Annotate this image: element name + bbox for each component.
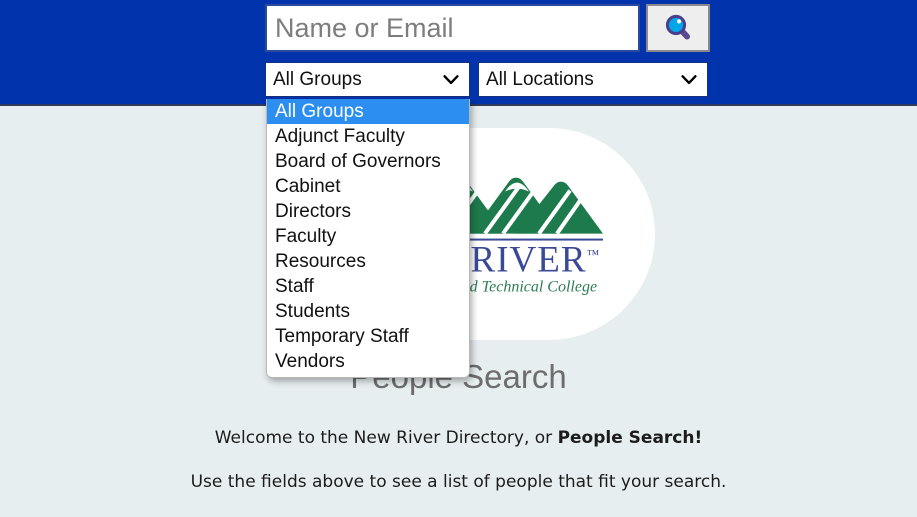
groups-dropdown-option[interactable]: Temporary Staff bbox=[267, 324, 469, 349]
chevron-down-icon bbox=[681, 74, 697, 85]
groups-dropdown-option[interactable]: Staff bbox=[267, 274, 469, 299]
site-header: All Groups All Locations bbox=[0, 0, 917, 106]
groups-dropdown-option[interactable]: Vendors bbox=[267, 349, 469, 374]
groups-dropdown-option[interactable]: Board of Governors bbox=[267, 149, 469, 174]
groups-dropdown-option[interactable]: All Groups bbox=[267, 99, 469, 124]
search-input[interactable] bbox=[265, 4, 640, 52]
magnifier-icon bbox=[663, 12, 693, 45]
groups-dropdown-option[interactable]: Students bbox=[267, 299, 469, 324]
search-row bbox=[265, 4, 710, 52]
locations-select-value: All Locations bbox=[486, 69, 594, 90]
groups-select-value: All Groups bbox=[273, 69, 362, 90]
groups-select[interactable]: All Groups bbox=[265, 62, 470, 97]
intro-instructions-text: Use the fields above to see a list of pe… bbox=[190, 472, 727, 492]
trademark-symbol: ™ bbox=[586, 246, 600, 262]
groups-dropdown-option[interactable]: Cabinet bbox=[267, 174, 469, 199]
groups-dropdown-option[interactable]: Resources bbox=[267, 249, 469, 274]
search-button[interactable] bbox=[646, 4, 710, 52]
chevron-down-icon bbox=[443, 74, 459, 85]
intro-welcome-prefix: Welcome to the New River Directory, or bbox=[214, 428, 558, 448]
intro-welcome-emphasis: People Search! bbox=[557, 428, 703, 448]
groups-dropdown-option[interactable]: Directors bbox=[267, 199, 469, 224]
locations-select[interactable]: All Locations bbox=[478, 62, 708, 97]
groups-dropdown-list[interactable]: All Groups Adjunct Faculty Board of Govern… bbox=[266, 99, 470, 378]
groups-dropdown-option[interactable]: Adjunct Faculty bbox=[267, 124, 469, 149]
filter-row: All Groups All Locations bbox=[265, 62, 708, 97]
intro-welcome-text: Welcome to the New River Directory, or P… bbox=[0, 428, 917, 448]
groups-dropdown-option[interactable]: Faculty bbox=[267, 224, 469, 249]
